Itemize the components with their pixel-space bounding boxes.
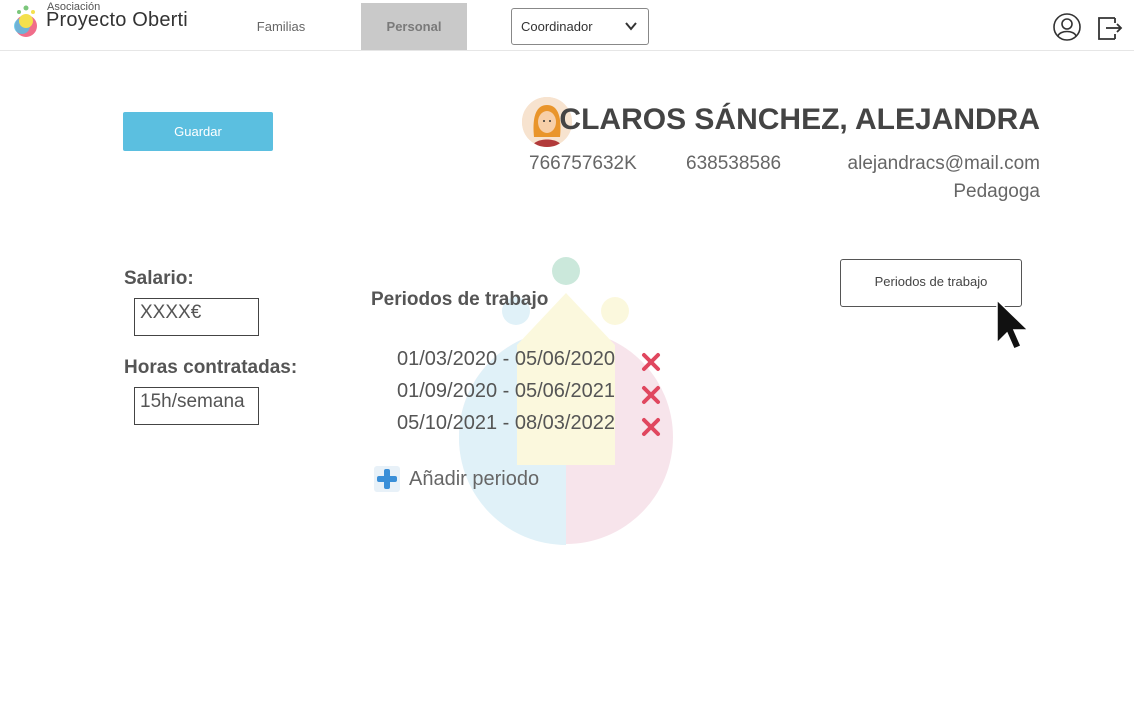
period-item: 05/10/2021 - 08/03/2022	[397, 412, 615, 434]
delete-icon[interactable]	[640, 416, 662, 438]
role-select[interactable]: Coordinador	[511, 8, 649, 45]
salary-field[interactable]: XXXX€	[134, 298, 259, 336]
user-icon[interactable]	[1052, 12, 1082, 42]
salary-label: Salario:	[124, 268, 194, 289]
tab-personal[interactable]: Personal	[361, 3, 467, 50]
save-button[interactable]: Guardar	[123, 112, 273, 151]
logo-title: Proyecto Oberti	[46, 9, 188, 31]
period-item: 01/03/2020 - 05/06/2020	[397, 348, 615, 370]
person-name: CLAROS SÁNCHEZ, ALEJANDRA	[559, 103, 1040, 136]
top-navbar: Asociación Proyecto Oberti Familias Pers…	[0, 0, 1134, 51]
phone-number: 638538586	[686, 153, 782, 174]
id-number: 766757632K	[529, 153, 637, 174]
plus-icon	[374, 466, 400, 492]
logout-icon[interactable]	[1095, 12, 1125, 42]
delete-icon[interactable]	[640, 351, 662, 373]
hours-label: Horas contratadas:	[124, 357, 298, 378]
email: alejandracs@mail.com	[847, 153, 1040, 174]
logo-icon	[14, 5, 37, 37]
add-period-label: Añadir periodo	[409, 468, 540, 490]
periods-title: Periodos de trabajo	[371, 289, 549, 310]
job-title: Pedagoga	[953, 181, 1040, 202]
period-item: 01/09/2020 - 05/06/2021	[397, 380, 615, 402]
delete-icon[interactable]	[640, 384, 662, 406]
chevron-down-icon	[625, 22, 637, 31]
cursor-icon	[996, 299, 1030, 350]
tab-familias[interactable]: Familias	[235, 3, 327, 50]
hours-field[interactable]: 15h/semana	[134, 387, 259, 425]
role-select-value: Coordinador	[521, 19, 593, 34]
